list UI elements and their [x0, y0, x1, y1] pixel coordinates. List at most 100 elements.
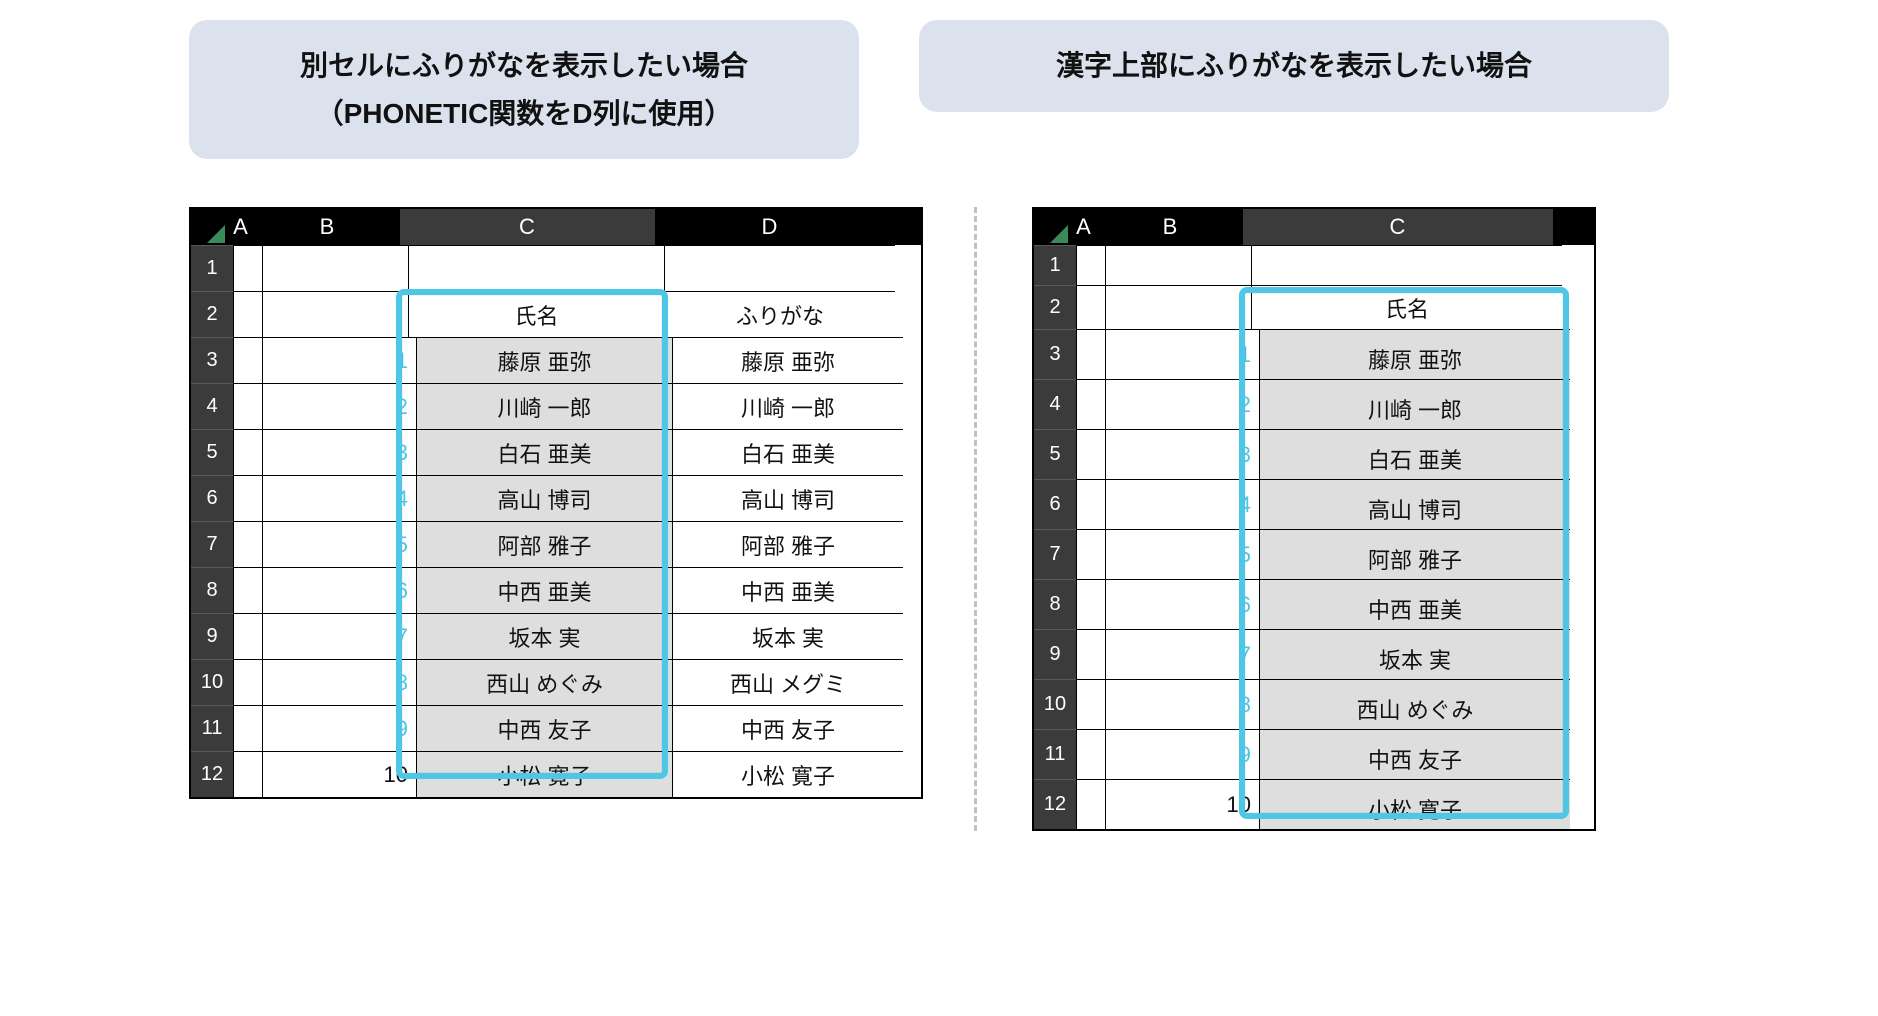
cell[interactable] [1076, 329, 1105, 379]
row-header[interactable]: 9 [191, 613, 233, 659]
select-all-triangle[interactable] [1034, 209, 1070, 245]
cell-furigana[interactable]: 阿部 雅子 [672, 521, 903, 567]
cell-name[interactable]: 坂本 実 [416, 613, 672, 659]
cell-name[interactable]: 川崎 一郎 [1259, 379, 1570, 429]
cell-furigana[interactable]: 中西 亜美 [672, 567, 903, 613]
cell[interactable] [233, 475, 262, 521]
cell-name[interactable]: 坂本 実 [1259, 629, 1570, 679]
cell[interactable] [1076, 479, 1105, 529]
cell[interactable] [233, 751, 262, 797]
cell-name[interactable]: 小松 寛子 [416, 751, 672, 797]
cell[interactable] [1076, 779, 1105, 829]
cell-index[interactable]: 3 [262, 429, 416, 475]
cell-name[interactable]: 西山 めぐみ [416, 659, 672, 705]
row-header[interactable]: 12 [1034, 779, 1076, 829]
cell-name[interactable]: 高山 博司 [1259, 479, 1570, 529]
col-header-A[interactable]: A [1070, 209, 1098, 245]
cell-furigana[interactable]: 小松 寛子 [672, 751, 903, 797]
col-header-D[interactable]: D [655, 209, 885, 245]
cell[interactable] [1076, 245, 1105, 285]
cell[interactable] [233, 659, 262, 705]
cell-name[interactable]: 中西 友子 [1259, 729, 1570, 779]
row-header[interactable]: 8 [191, 567, 233, 613]
cell-index[interactable]: 4 [1105, 479, 1259, 529]
cell[interactable] [233, 613, 262, 659]
row-header[interactable]: 2 [191, 291, 233, 337]
cell[interactable] [1076, 429, 1105, 479]
cell-furigana[interactable]: 中西 友子 [672, 705, 903, 751]
cell[interactable] [262, 291, 408, 337]
row-header[interactable]: 7 [1034, 529, 1076, 579]
cell-name[interactable]: 藤原 亜弥 [416, 337, 672, 383]
cell-name[interactable]: 西山 めぐみ [1259, 679, 1570, 729]
cell-name[interactable]: 白石 亜美 [416, 429, 672, 475]
row-header[interactable]: 10 [191, 659, 233, 705]
row-header[interactable]: 1 [1034, 245, 1076, 285]
cell[interactable] [233, 383, 262, 429]
cell[interactable] [233, 567, 262, 613]
cell[interactable] [1076, 579, 1105, 629]
cell-index[interactable]: 6 [262, 567, 416, 613]
cell-name[interactable]: 藤原 亜弥 [1259, 329, 1570, 379]
row-header[interactable]: 5 [191, 429, 233, 475]
cell[interactable] [233, 705, 262, 751]
cell[interactable] [233, 291, 262, 337]
cell-index[interactable]: 7 [262, 613, 416, 659]
cell-index[interactable]: 1 [1105, 329, 1259, 379]
cell[interactable] [1105, 245, 1251, 285]
cell-name[interactable]: 高山 博司 [416, 475, 672, 521]
cell[interactable] [1076, 379, 1105, 429]
cell-index[interactable]: 1 [262, 337, 416, 383]
cell-index[interactable]: 5 [262, 521, 416, 567]
cell-index[interactable]: 9 [262, 705, 416, 751]
row-header[interactable]: 8 [1034, 579, 1076, 629]
col-header-B[interactable]: B [1098, 209, 1243, 245]
cell-name[interactable]: 川崎 一郎 [416, 383, 672, 429]
cell-name[interactable]: 小松 寛子 [1259, 779, 1570, 829]
cell-name[interactable]: 中西 友子 [416, 705, 672, 751]
row-header[interactable]: 6 [1034, 479, 1076, 529]
cell[interactable] [233, 337, 262, 383]
cell-furigana[interactable]: 西山 メグミ [672, 659, 903, 705]
row-header[interactable]: 4 [191, 383, 233, 429]
cell-furigana[interactable]: 川崎 一郎 [672, 383, 903, 429]
row-header[interactable]: 12 [191, 751, 233, 797]
row-header[interactable]: 1 [191, 245, 233, 291]
cell[interactable] [1076, 629, 1105, 679]
cell-furigana[interactable]: 坂本 実 [672, 613, 903, 659]
cell[interactable] [408, 245, 664, 291]
cell-furigana[interactable]: 高山 博司 [672, 475, 903, 521]
col-header-A[interactable]: A [227, 209, 255, 245]
row-header[interactable]: 6 [191, 475, 233, 521]
cell-header-name[interactable]: 氏名 [1251, 285, 1562, 329]
cell-name[interactable]: 白石 亜美 [1259, 429, 1570, 479]
cell-header-furigana[interactable]: ふりがな [664, 291, 895, 337]
cell[interactable] [233, 429, 262, 475]
row-header[interactable]: 4 [1034, 379, 1076, 429]
cell-furigana[interactable]: 藤原 亜弥 [672, 337, 903, 383]
row-header[interactable]: 3 [1034, 329, 1076, 379]
cell-index[interactable]: 10 [262, 751, 416, 797]
spreadsheet-left[interactable]: A B C D 1 2 氏名 [189, 207, 923, 799]
cell-index[interactable]: 2 [262, 383, 416, 429]
cell-index[interactable]: 10 [1105, 779, 1259, 829]
cell-header-name[interactable]: 氏名 [408, 291, 664, 337]
cell[interactable] [262, 245, 408, 291]
cell[interactable] [1105, 285, 1251, 329]
cell-furigana[interactable]: 白石 亜美 [672, 429, 903, 475]
select-all-triangle[interactable] [191, 209, 227, 245]
cell-name[interactable]: 中西 亜美 [1259, 579, 1570, 629]
cell-index[interactable]: 8 [262, 659, 416, 705]
cell[interactable] [1076, 729, 1105, 779]
cell-index[interactable]: 6 [1105, 579, 1259, 629]
cell-index[interactable]: 5 [1105, 529, 1259, 579]
cell-name[interactable]: 阿部 雅子 [416, 521, 672, 567]
row-header[interactable]: 2 [1034, 285, 1076, 329]
cell[interactable] [1076, 679, 1105, 729]
cell-index[interactable]: 7 [1105, 629, 1259, 679]
row-header[interactable]: 3 [191, 337, 233, 383]
col-header-C[interactable]: C [400, 209, 655, 245]
cell-name[interactable]: 阿部 雅子 [1259, 529, 1570, 579]
cell-index[interactable]: 3 [1105, 429, 1259, 479]
row-header[interactable]: 9 [1034, 629, 1076, 679]
